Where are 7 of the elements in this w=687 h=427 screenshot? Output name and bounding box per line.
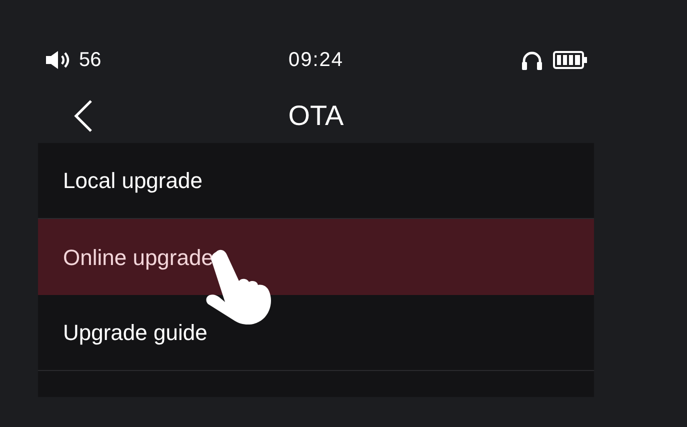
battery-icon bbox=[553, 51, 587, 69]
back-icon[interactable] bbox=[72, 99, 94, 133]
headphones-icon bbox=[521, 50, 543, 70]
volume-level: 56 bbox=[79, 48, 102, 73]
menu-item[interactable]: Online upgrade bbox=[38, 219, 594, 295]
screen-title: OTA bbox=[288, 98, 344, 132]
clock-time: 09:24 bbox=[288, 48, 344, 73]
